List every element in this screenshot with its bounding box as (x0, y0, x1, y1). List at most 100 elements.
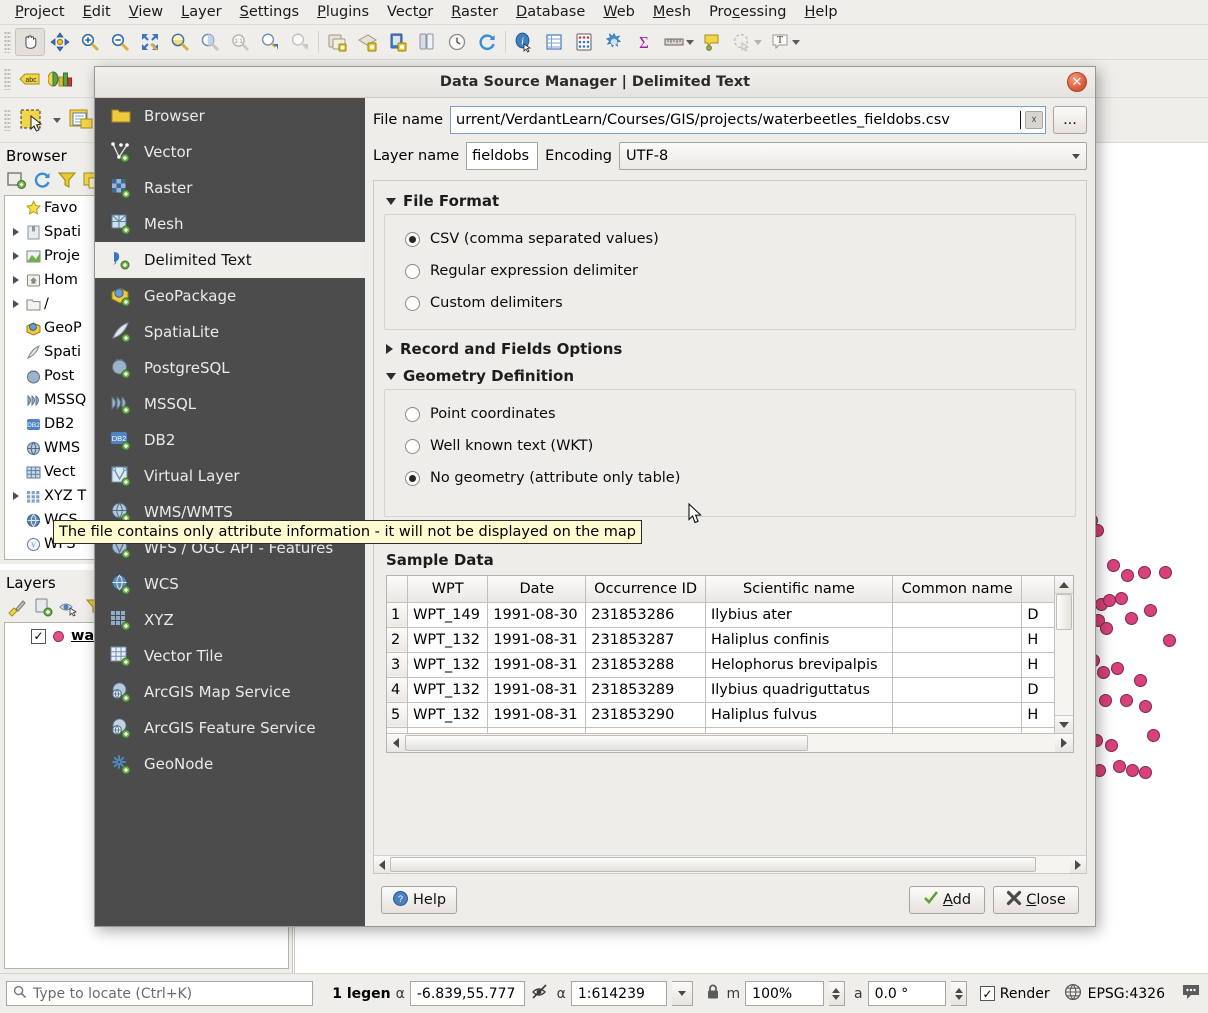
menu-vector[interactable]: Vector (378, 2, 442, 22)
menu-view[interactable]: View (120, 2, 172, 22)
cell-wpt[interactable]: WPT_132 (407, 677, 489, 703)
geometry-definition-header[interactable]: Geometry Definition (386, 367, 1076, 385)
dialog-horizontal-scrollbar[interactable] (374, 855, 1086, 873)
sidebar-item-arcgis-map-service[interactable]: ArcGIS Map Service (95, 674, 365, 710)
measure-icon[interactable] (659, 28, 689, 56)
zoom-to-layer-icon[interactable] (195, 28, 225, 56)
column-header-wpt[interactable]: WPT (407, 576, 489, 603)
cell-common-name[interactable] (892, 627, 1023, 653)
scroll-track[interactable] (1055, 594, 1073, 715)
menu-processing[interactable]: Processing (700, 2, 795, 22)
add-button[interactable]: Add (909, 886, 985, 914)
zoom-to-selection-icon[interactable] (165, 28, 195, 56)
identify-features-icon[interactable]: i (509, 28, 539, 56)
clear-icon[interactable]: ☓ (1025, 111, 1043, 129)
sidebar-item-xyz[interactable]: XYZ (95, 602, 365, 638)
menu-layer[interactable]: Layer (172, 2, 230, 22)
rotation-input[interactable]: 0.0 ° (867, 981, 947, 1006)
zoom-in-icon[interactable] (75, 28, 105, 56)
cell-partial[interactable]: D (1021, 677, 1054, 703)
toolbar-grip[interactable] (4, 31, 11, 53)
cell-scientific-name[interactable]: Haliplus fulvus (705, 702, 893, 728)
scroll-left-button[interactable] (387, 734, 405, 752)
sidebar-item-geopackage[interactable]: GeoPackage (95, 278, 365, 314)
sidebar-item-raster[interactable]: Raster (95, 170, 365, 206)
cell-date[interactable]: 1991-08-31 (487, 652, 587, 678)
column-header-occurrence-id[interactable]: Occurrence ID (585, 576, 706, 603)
cell-partial[interactable]: D (1021, 602, 1054, 628)
magnifier-input[interactable]: 100% (745, 981, 824, 1006)
table-row[interactable]: 2 WPT_132 1991-08-31 231853287 Haliplus … (387, 627, 1054, 653)
cell-scientific-name[interactable]: Helophorus brevipalpis (705, 652, 893, 678)
menu-settings[interactable]: Settings (231, 2, 309, 22)
diagram-icon[interactable] (45, 65, 75, 93)
sidebar-item-vector-tile[interactable]: Vector Tile (95, 638, 365, 674)
sidebar-item-delimited-text[interactable]: , Delimited Text (95, 242, 365, 278)
render-checkbox[interactable]: ✓ (980, 986, 995, 1001)
filter-icon[interactable] (56, 170, 78, 194)
cell-date[interactable]: 1991-08-31 (487, 702, 587, 728)
locator-input[interactable]: Type to locate (Ctrl+K) (6, 981, 313, 1006)
manage-visibility-icon[interactable] (58, 597, 80, 621)
record-fields-header[interactable]: Record and Fields Options (386, 340, 1076, 358)
toggle-extents-icon[interactable] (530, 982, 552, 1006)
sidebar-item-browser[interactable]: Browser (95, 98, 365, 134)
column-header-common-name[interactable]: Common name (892, 576, 1023, 603)
cell-partial[interactable]: H (1021, 702, 1054, 728)
cell-wpt[interactable]: WPT_132 (407, 627, 489, 653)
sum-icon[interactable]: Σ (629, 28, 659, 56)
cell-common-name[interactable] (892, 702, 1023, 728)
cell-occurrence-id[interactable]: 231853289 (585, 677, 706, 703)
layer-name-input[interactable]: fieldobs (466, 142, 539, 170)
messages-bubble-icon[interactable] (1180, 982, 1202, 1006)
scroll-down-button[interactable] (1055, 715, 1073, 733)
sidebar-item-wcs[interactable]: WCS (95, 566, 365, 602)
crs-value[interactable]: EPSG:4326 (1088, 986, 1165, 1002)
scroll-thumb[interactable] (1056, 594, 1072, 630)
column-header-date[interactable]: Date (487, 576, 587, 603)
sample-horizontal-scrollbar[interactable] (387, 733, 1073, 752)
sidebar-item-db2[interactable]: DB2 DB2 (95, 422, 365, 458)
encoding-select[interactable]: UTF-8 (619, 142, 1087, 170)
select-dropdown-arrow-icon[interactable] (53, 117, 61, 123)
cell-wpt[interactable]: WPT_132 (407, 702, 489, 728)
cell-partial[interactable]: H (1021, 627, 1054, 653)
browse-button[interactable]: ... (1053, 106, 1087, 134)
sidebar-item-vector[interactable]: Vector (95, 134, 365, 170)
pan-to-selection-icon[interactable] (45, 28, 75, 56)
help-button[interactable]: ? Help (381, 886, 458, 914)
cell-date[interactable]: 1991-08-31 (487, 627, 587, 653)
lock-scale-icon[interactable] (704, 982, 722, 1006)
temporal-controller-icon[interactable] (442, 28, 472, 56)
cell-common-name[interactable] (892, 652, 1023, 678)
tree-expander[interactable] (9, 300, 23, 308)
tree-expander[interactable] (9, 492, 23, 500)
new-3d-map-view-icon[interactable] (352, 28, 382, 56)
tree-expander[interactable] (9, 228, 23, 236)
cell-partial[interactable]: H (1021, 652, 1054, 678)
scroll-thumb[interactable] (390, 857, 1036, 872)
scroll-track[interactable] (390, 856, 1070, 873)
cell-scientific-name[interactable]: Ilybius ater (705, 602, 893, 628)
zoom-last-icon[interactable] (255, 28, 285, 56)
menu-mesh[interactable]: Mesh (644, 2, 700, 22)
new-print-layout-icon[interactable] (382, 28, 412, 56)
zoom-full-icon[interactable] (135, 28, 165, 56)
scale-dropdown-arrow-icon[interactable] (671, 981, 693, 1006)
zoom-out-icon[interactable] (105, 28, 135, 56)
menu-web[interactable]: Web (594, 2, 644, 22)
add-group-icon[interactable] (32, 597, 54, 621)
scroll-up-button[interactable] (1055, 576, 1073, 594)
sidebar-item-postgresql[interactable]: PostgreSQL (95, 350, 365, 386)
dialog-source-list[interactable]: Browser Vector Raster Mesh , Delimited T… (95, 98, 365, 926)
cell-occurrence-id[interactable]: 231853286 (585, 602, 706, 628)
sample-data-table[interactable]: WPT Date Occurrence ID Scientific name C… (386, 575, 1074, 753)
pan-map-icon[interactable] (15, 28, 45, 56)
tree-expander[interactable] (9, 276, 23, 284)
radio-custom-delimiters[interactable]: Custom delimiters (385, 287, 1075, 319)
radio-wkt[interactable]: Well known text (WKT) (385, 430, 1075, 462)
coordinate-input[interactable]: -6.839,55.777 (409, 981, 525, 1006)
file-name-input[interactable]: urrent/VerdantLearn/Courses/GIS/projects… (450, 106, 1046, 134)
cell-occurrence-id[interactable]: 231853290 (585, 702, 706, 728)
add-layer-icon[interactable] (6, 170, 28, 194)
